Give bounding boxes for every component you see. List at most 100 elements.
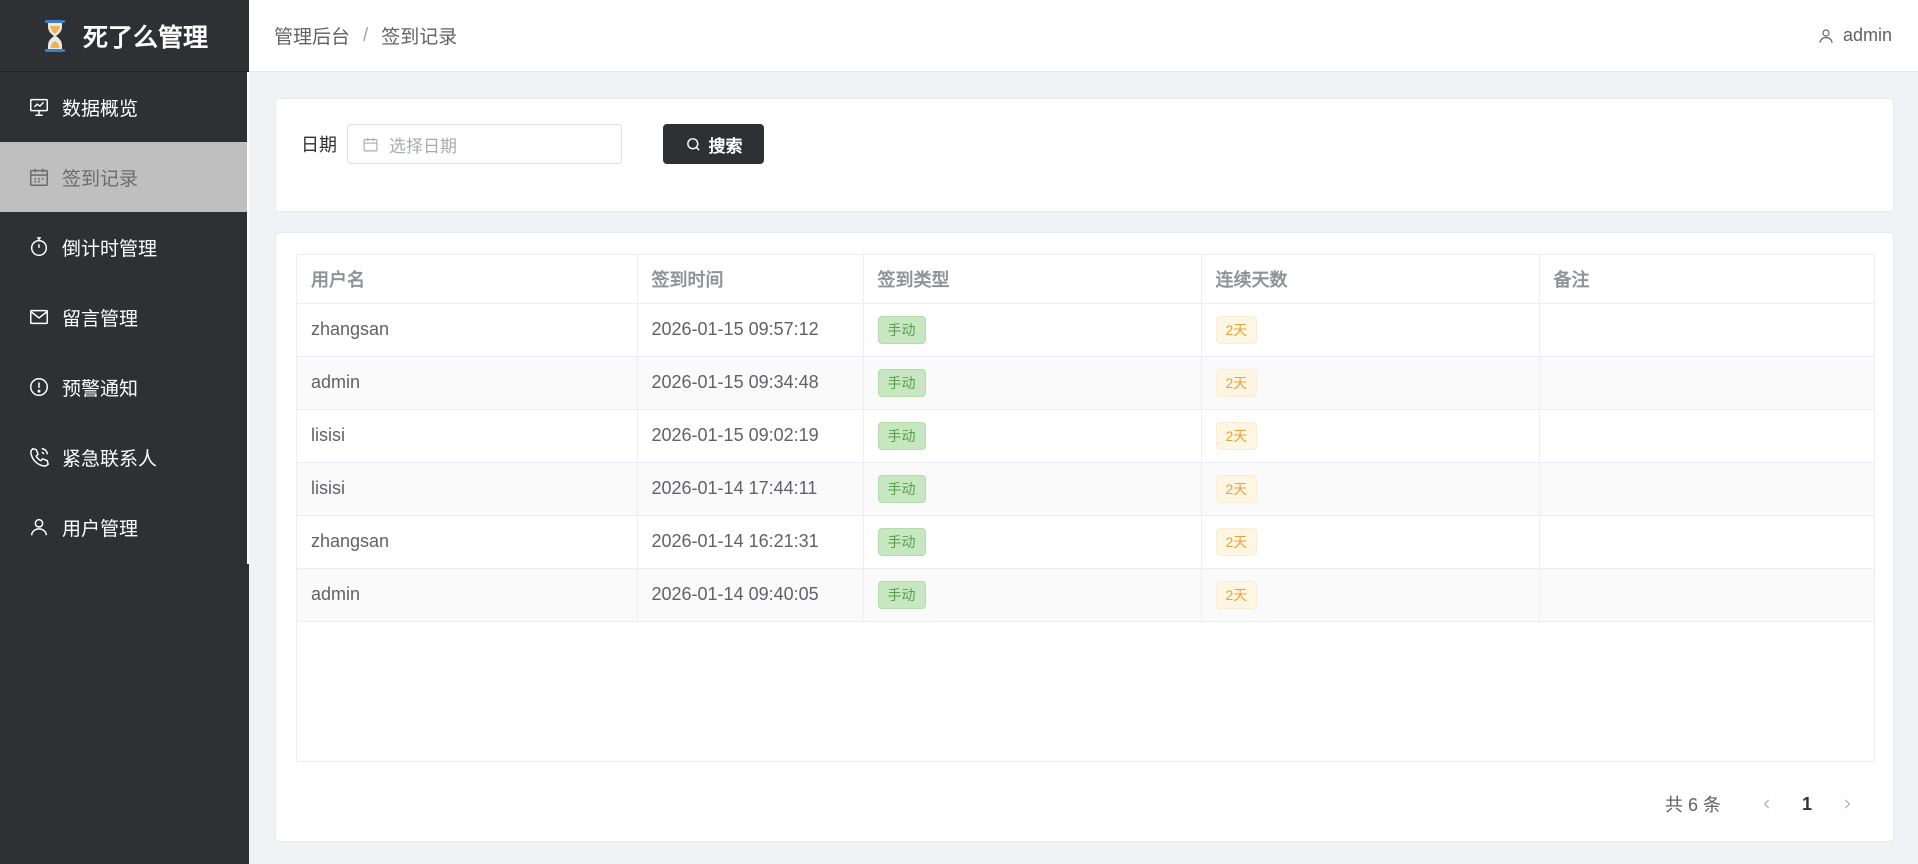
cell-days: 2天: [1201, 409, 1540, 463]
hourglass-icon: [44, 19, 65, 52]
cell-days: 2天: [1201, 568, 1540, 622]
table-row: zhangsan 2026-01-14 16:21:31 手动 2天: [297, 515, 1874, 569]
cell-time: 2026-01-14 17:44:11: [637, 462, 864, 516]
page-number[interactable]: 1: [1787, 788, 1827, 820]
pagination-total: 共 6 条: [1664, 795, 1721, 815]
prev-page-button[interactable]: [1747, 788, 1787, 820]
column-header-time: 签到时间: [637, 255, 864, 304]
user-icon: [1819, 28, 1833, 43]
logo: 死了么管理: [0, 0, 249, 72]
cell-type: 手动: [863, 515, 1202, 569]
phone-icon: [28, 446, 50, 468]
cell-type: 手动: [863, 568, 1202, 622]
table-row: lisisi 2026-01-15 09:02:19 手动 2天: [297, 409, 1874, 463]
sidebar-item-alerts[interactable]: 预警通知: [0, 352, 249, 422]
date-label: 日期: [301, 135, 337, 155]
days-tag: 2天: [1215, 421, 1258, 450]
cell-type: 手动: [863, 303, 1202, 357]
records-table-wrapper: 用户名 签到时间 签到类型 连续天数 备注 zhangsan 2026-01-1…: [296, 254, 1875, 762]
sidebar-item-label: 紧急联系人: [62, 448, 158, 470]
search-form: 日期 选择日期 搜索: [301, 124, 764, 164]
search-button-label: 搜索: [708, 136, 743, 156]
cell-time: 2026-01-15 09:57:12: [637, 303, 864, 357]
sidebar-item-messages[interactable]: 留言管理: [0, 282, 249, 352]
cell-time: 2026-01-14 09:40:05: [637, 568, 864, 622]
sidebar-item-label: 用户管理: [62, 518, 139, 540]
table-row: lisisi 2026-01-14 17:44:11 手动 2天: [297, 462, 1874, 516]
date-placeholder: 选择日期: [389, 136, 457, 156]
sidebar-item-users[interactable]: 用户管理: [0, 492, 249, 562]
sidebar-item-label: 留言管理: [62, 308, 139, 330]
search-button[interactable]: 搜索: [663, 124, 764, 164]
user-menu[interactable]: admin: [1817, 25, 1892, 46]
sidebar-item-checkin-records[interactable]: 签到记录: [0, 142, 249, 212]
sidebar-item-label: 倒计时管理: [62, 238, 158, 260]
breadcrumb-home[interactable]: 管理后台: [274, 22, 350, 49]
search-panel: 日期 选择日期 搜索: [275, 98, 1894, 212]
calendar-icon: [363, 137, 378, 151]
cell-username: admin: [297, 356, 638, 410]
chevron-left-icon: [1763, 799, 1770, 809]
cell-type: 手动: [863, 356, 1202, 410]
cell-type: 手动: [863, 462, 1202, 516]
calendar-icon: [28, 166, 50, 188]
column-header-days: 连续天数: [1201, 255, 1540, 304]
mail-icon: [28, 306, 50, 328]
app-title: 死了么管理: [82, 23, 208, 52]
cell-time: 2026-01-15 09:34:48: [637, 356, 864, 410]
cell-username: zhangsan: [297, 515, 638, 569]
table-row: admin 2026-01-15 09:34:48 手动 2天: [297, 356, 1874, 410]
column-header-type: 签到类型: [863, 255, 1202, 304]
type-tag: 手动: [877, 474, 926, 503]
sidebar-item-label: 签到记录: [62, 168, 139, 190]
sidebar-item-label: 预警通知: [62, 378, 139, 400]
sidebar-item-dashboard[interactable]: 数据概览: [0, 72, 249, 142]
cell-time: 2026-01-15 09:02:19: [637, 409, 864, 463]
cell-days: 2天: [1201, 356, 1540, 410]
type-tag: 手动: [877, 315, 926, 344]
cell-days: 2天: [1201, 462, 1540, 516]
cell-note: [1539, 515, 1874, 569]
username: admin: [1842, 25, 1892, 45]
breadcrumb-separator: /: [363, 24, 369, 46]
days-tag: 2天: [1215, 580, 1258, 609]
sidebar: 死了么管理 数据概览 签到记录 倒计时管理 留言管理 预警通知 紧急联系人 用户…: [0, 0, 249, 864]
next-page-button[interactable]: [1827, 788, 1867, 820]
type-tag: 手动: [877, 580, 926, 609]
cell-days: 2天: [1201, 303, 1540, 357]
presentation-icon: [28, 96, 50, 118]
sidebar-item-label: 数据概览: [62, 98, 139, 120]
cell-note: [1539, 568, 1874, 622]
cell-username: zhangsan: [297, 303, 638, 357]
cell-note: [1539, 462, 1874, 516]
cell-username: lisisi: [297, 462, 638, 516]
sidebar-item-countdown[interactable]: 倒计时管理: [0, 212, 249, 282]
table-row: admin 2026-01-14 09:40:05 手动 2天: [297, 568, 1874, 622]
records-panel: 用户名 签到时间 签到类型 连续天数 备注 zhangsan 2026-01-1…: [275, 232, 1894, 842]
user-icon: [28, 516, 50, 538]
column-header-username: 用户名: [297, 255, 638, 304]
cell-type: 手动: [863, 409, 1202, 463]
cell-username: lisisi: [297, 409, 638, 463]
cell-note: [1539, 356, 1874, 410]
cell-note: [1539, 303, 1874, 357]
days-tag: 2天: [1215, 474, 1258, 503]
search-icon: [686, 137, 700, 151]
date-picker-input[interactable]: 选择日期: [347, 124, 622, 164]
days-tag: 2天: [1215, 527, 1258, 556]
type-tag: 手动: [877, 421, 926, 450]
cell-time: 2026-01-14 16:21:31: [637, 515, 864, 569]
cell-note: [1539, 409, 1874, 463]
sidebar-item-emergency-contacts[interactable]: 紧急联系人: [0, 422, 249, 492]
cell-days: 2天: [1201, 515, 1540, 569]
breadcrumb-current: 签到记录: [381, 27, 458, 48]
type-tag: 手动: [877, 527, 926, 556]
warning-icon: [28, 376, 50, 398]
chevron-right-icon: [1844, 799, 1851, 809]
table-header-row: 用户名 签到时间 签到类型 连续天数 备注: [297, 255, 1874, 304]
sidebar-menu: 数据概览 签到记录 倒计时管理 留言管理 预警通知 紧急联系人 用户管理: [0, 72, 249, 562]
top-header: 管理后台 / 签到记录 admin: [249, 0, 1918, 72]
stopwatch-icon: [28, 236, 50, 258]
records-table: 用户名 签到时间 签到类型 连续天数 备注 zhangsan 2026-01-1…: [297, 255, 1874, 622]
days-tag: 2天: [1215, 368, 1258, 397]
